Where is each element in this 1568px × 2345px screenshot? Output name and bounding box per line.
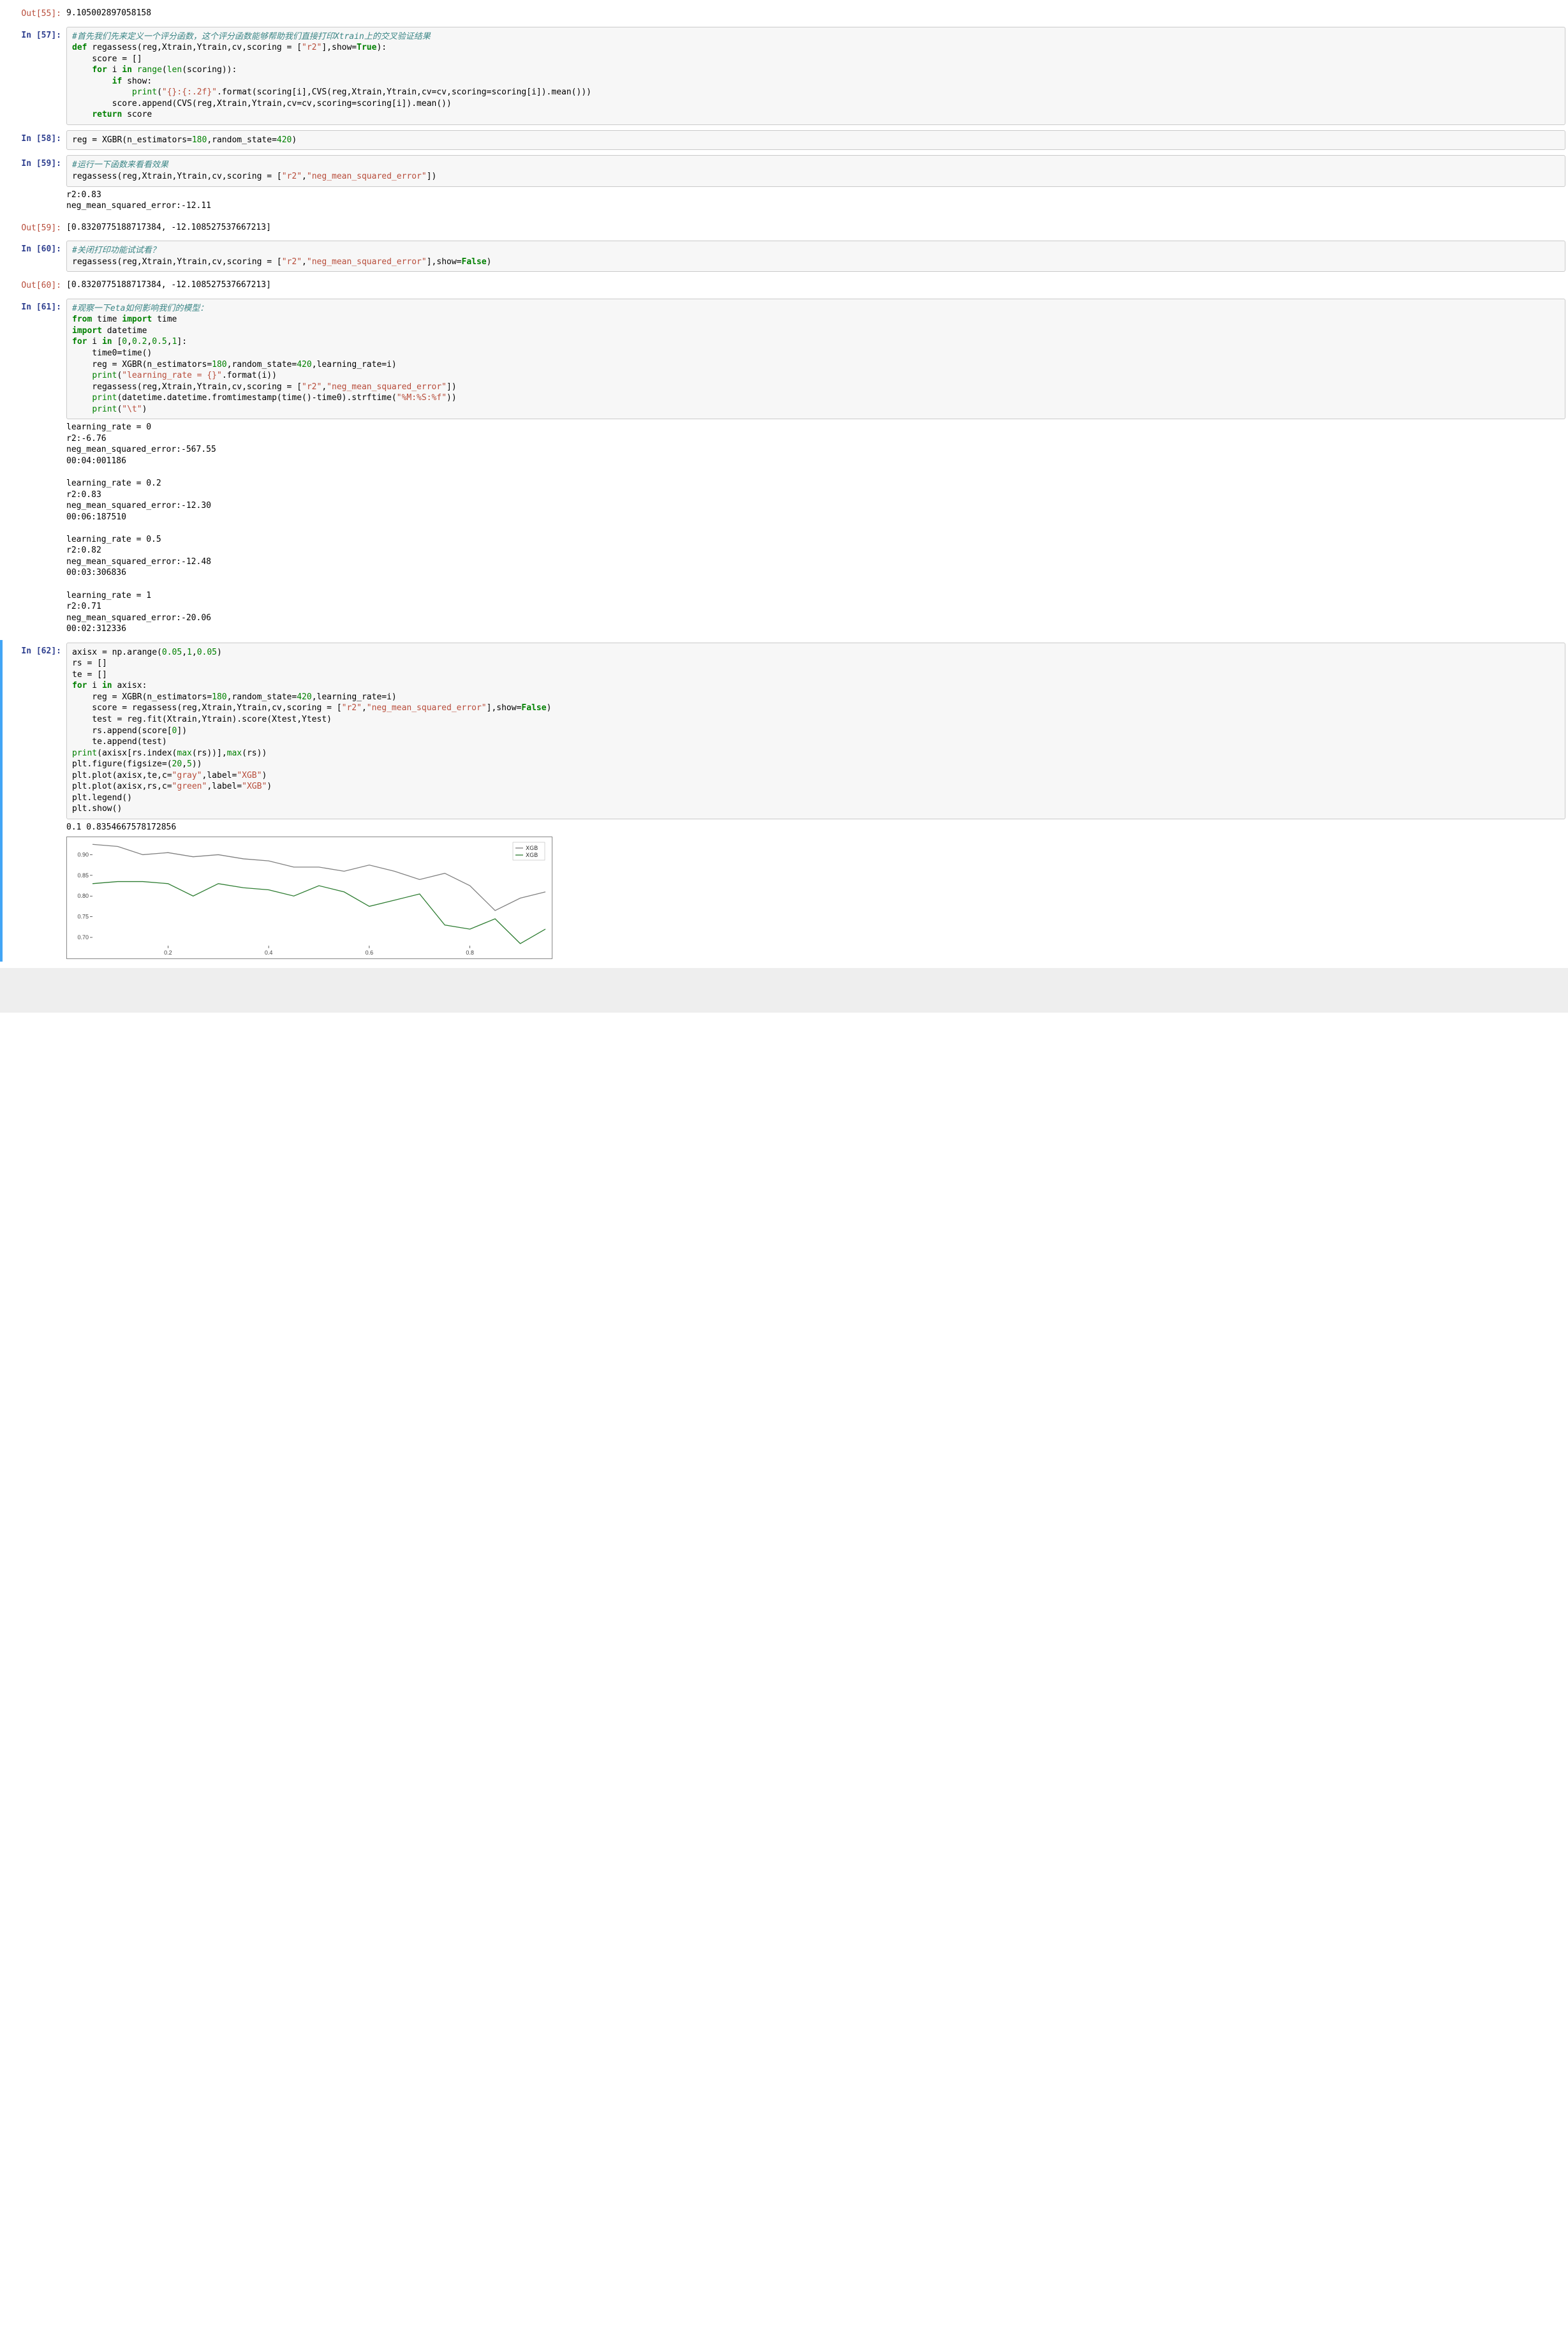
output-out60: [0.8320775188717384, -12.108527537667213… — [66, 277, 1565, 294]
svg-text:0.8: 0.8 — [466, 949, 474, 956]
cell-out59: Out[59]: [0.8320775188717384, -12.108527… — [0, 217, 1568, 239]
code-in59[interactable]: #运行一下函数来看看效果 regassess(reg,Xtrain,Ytrain… — [66, 155, 1565, 186]
prompt-in57: In [57]: — [4, 27, 66, 125]
svg-text:0.70: 0.70 — [77, 934, 89, 941]
notebook-container: Out[55]: 9.105002897058158 In [57]: #首先我… — [0, 0, 1568, 962]
cell-in59: In [59]: #运行一下函数来看看效果 regassess(reg,Xtra… — [0, 153, 1568, 216]
cell-in60: In [60]: #关闭打印功能试试看？ regassess(reg,Xtrai… — [0, 238, 1568, 274]
stdout-in59: r2:0.83 neg_mean_squared_error:-12.11 — [66, 187, 1565, 214]
stdout-in62: 0.1 0.8354667578172856 — [66, 819, 1565, 836]
prompt-in60: In [60]: — [4, 241, 66, 272]
page-footer-spacer — [0, 968, 1568, 1013]
code-in57[interactable]: #首先我们先来定义一个评分函数，这个评分函数能够帮助我们直接打印Xtrain上的… — [66, 27, 1565, 125]
cell-out60: Out[60]: [0.8320775188717384, -12.108527… — [0, 274, 1568, 296]
line-chart-svg: 0.70 0.75 0.80 0.85 0.90 0.2 0.4 0.6 0.8 XGBXGB — [67, 837, 552, 958]
prompt-out55: Out[55]: — [4, 5, 66, 22]
prompt-out60: Out[60]: — [4, 277, 66, 294]
code-in60[interactable]: #关闭打印功能试试看？ regassess(reg,Xtrain,Ytrain,… — [66, 241, 1565, 272]
output-out55: 9.105002897058158 — [66, 5, 1565, 22]
prompt-in62: In [62]: — [4, 643, 66, 960]
code-in62[interactable]: axisx = np.arange(0.05,1,0.05) rs = [] t… — [66, 643, 1565, 819]
svg-text:0.85: 0.85 — [77, 872, 89, 879]
prompt-out59: Out[59]: — [4, 220, 66, 236]
svg-text:0.2: 0.2 — [164, 949, 172, 956]
comment-text: #首先我们先来定义一个评分函数，这个评分函数能够帮助我们直接打印Xtrain上的… — [72, 32, 431, 41]
cell-out55: Out[55]: 9.105002897058158 — [0, 3, 1568, 24]
cell-in61: In [61]: #观察一下eta如何影响我们的模型： from time im… — [0, 296, 1568, 640]
cell-in62: In [62]: axisx = np.arange(0.05,1,0.05) … — [0, 640, 1568, 962]
chart-output: 0.70 0.75 0.80 0.85 0.90 0.2 0.4 0.6 0.8 XGBXGB — [66, 837, 552, 959]
svg-text:XGB: XGB — [526, 845, 538, 852]
prompt-in61: In [61]: — [4, 299, 66, 637]
svg-text:XGB: XGB — [526, 852, 538, 859]
svg-text:0.90: 0.90 — [77, 852, 89, 858]
kw-def: def — [72, 43, 87, 52]
svg-text:0.75: 0.75 — [77, 914, 89, 920]
stdout-in61: learning_rate = 0 r2:-6.76 neg_mean_squa… — [66, 419, 1565, 637]
svg-text:0.80: 0.80 — [77, 893, 89, 900]
cell-in58: In [58]: reg = XGBR(n_estimators=180,ran… — [0, 128, 1568, 153]
prompt-in59: In [59]: — [4, 155, 66, 214]
code-in61[interactable]: #观察一下eta如何影响我们的模型： from time import time… — [66, 299, 1565, 419]
prompt-in58: In [58]: — [4, 130, 66, 151]
code-in58[interactable]: reg = XGBR(n_estimators=180,random_state… — [66, 130, 1565, 151]
output-out59: [0.8320775188717384, -12.108527537667213… — [66, 220, 1565, 236]
svg-text:0.6: 0.6 — [366, 949, 374, 956]
cell-in57: In [57]: #首先我们先来定义一个评分函数，这个评分函数能够帮助我们直接打… — [0, 24, 1568, 128]
svg-text:0.4: 0.4 — [265, 949, 273, 956]
